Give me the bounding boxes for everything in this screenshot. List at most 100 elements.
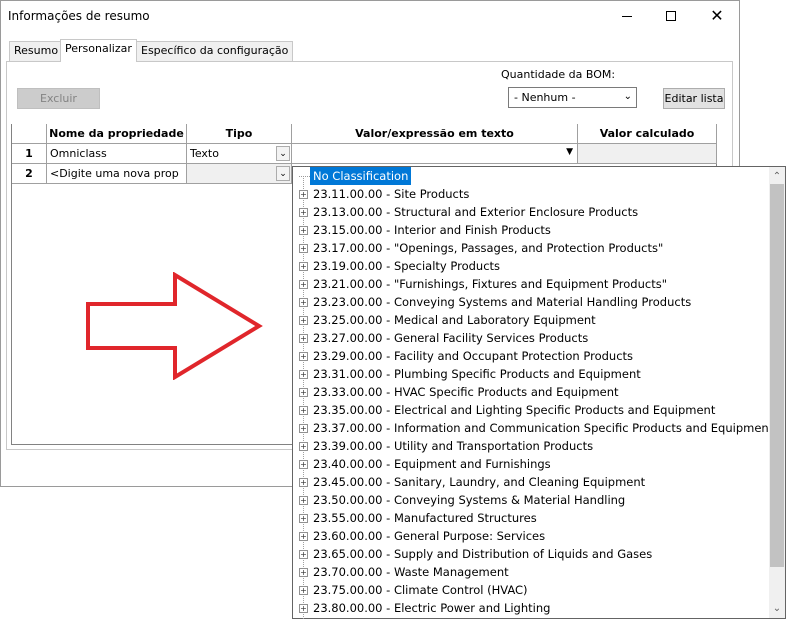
expand-icon[interactable]: + (299, 567, 308, 577)
tree-item[interactable]: +23.27.00.00 - General Facility Services… (299, 329, 591, 347)
tree-item[interactable]: +23.80.00.00 - Electric Power and Lighti… (299, 599, 553, 617)
tree-item[interactable]: +23.33.00.00 - HVAC Specific Products an… (299, 383, 622, 401)
close-icon: ✕ (710, 6, 724, 25)
tree-connector (299, 175, 310, 186)
tree-item[interactable]: +23.21.00.00 - "Furnishings, Fixtures an… (299, 275, 670, 293)
expand-icon[interactable]: + (299, 549, 308, 559)
expand-icon[interactable]: + (299, 297, 308, 307)
expand-icon[interactable]: + (299, 495, 308, 505)
column-header-value: Valor/expressão em texto (292, 124, 578, 144)
minimize-button[interactable] (604, 0, 650, 32)
expand-icon[interactable]: + (299, 351, 308, 361)
property-type-value: Texto (190, 147, 219, 160)
tab-label: Resumo (14, 44, 59, 57)
expand-icon[interactable]: + (299, 261, 308, 271)
window-title: Informações de resumo (8, 9, 150, 23)
tree-item[interactable]: +23.29.00.00 - Facility and Occupant Pro… (299, 347, 636, 365)
new-property-type-cell[interactable]: ⌄ (187, 164, 292, 184)
tree-item-label: 23.11.00.00 - Site Products (313, 187, 470, 201)
bom-quantity-label: Quantidade da BOM: (501, 68, 616, 81)
delete-button[interactable]: Excluir (17, 88, 100, 109)
tree-item[interactable]: +23.23.00.00 - Conveying Systems and Mat… (299, 293, 694, 311)
tree-item[interactable]: +23.65.00.00 - Supply and Distribution o… (299, 545, 655, 563)
new-property-name-cell[interactable]: <Digite uma nova prop (47, 164, 187, 184)
tree-item[interactable]: +23.31.00.00 - Plumbing Specific Product… (299, 365, 644, 383)
tab-resumo[interactable]: Resumo (9, 41, 64, 61)
edit-list-button[interactable]: Editar lista (663, 88, 725, 109)
tree-item[interactable]: +23.39.00.00 - Utility and Transportatio… (299, 437, 596, 455)
bom-quantity-select[interactable]: - Nenhum - ⌄ (508, 87, 637, 108)
close-button[interactable]: ✕ (694, 0, 740, 32)
grid-corner-header (12, 124, 47, 144)
tree-item[interactable]: +23.13.00.00 - Structural and Exterior E… (299, 203, 641, 221)
chevron-down-icon[interactable]: ⌄ (276, 166, 290, 181)
row-number[interactable]: 1 (12, 144, 47, 164)
property-value-cell[interactable]: ▼ (292, 144, 578, 164)
tree-item-label: 23.23.00.00 - Conveying Systems and Mate… (313, 295, 692, 309)
tab-label: Específico da configuração (141, 44, 289, 57)
expand-icon[interactable]: + (299, 459, 308, 469)
maximize-button[interactable] (648, 0, 694, 32)
tree-item[interactable]: +23.25.00.00 - Medical and Laboratory Eq… (299, 311, 599, 329)
tree-item-no-classification[interactable]: No Classification (299, 167, 412, 186)
property-name-cell[interactable]: Omniclass (47, 144, 187, 164)
maximize-icon (666, 11, 676, 21)
tree-item-label: 23.35.00.00 - Electrical and Lighting Sp… (313, 403, 716, 417)
scroll-down-icon[interactable]: ⌄ (769, 600, 785, 617)
tree-item[interactable]: +23.75.00.00 - Climate Control (HVAC) (299, 581, 531, 599)
computed-value-cell (578, 144, 717, 164)
expand-icon[interactable]: + (299, 585, 308, 595)
tab-label: Personalizar (65, 42, 132, 55)
expand-icon[interactable]: + (299, 441, 308, 451)
chevron-down-icon[interactable]: ⌄ (276, 146, 290, 161)
tree-item[interactable]: +23.60.00.00 - General Purpose: Services (299, 527, 548, 545)
tree-item-label: 23.37.00.00 - Information and Communicat… (313, 421, 774, 435)
expand-icon[interactable]: + (299, 243, 308, 253)
tree-item-label: 23.25.00.00 - Medical and Laboratory Equ… (313, 313, 596, 327)
tree-item[interactable]: +23.37.00.00 - Information and Communica… (299, 419, 776, 437)
expand-icon[interactable]: + (299, 279, 308, 289)
chevron-down-icon: ⌄ (623, 91, 632, 102)
tree-item[interactable]: +23.15.00.00 - Interior and Finish Produ… (299, 221, 554, 239)
tree-item[interactable]: +23.11.00.00 - Site Products (299, 185, 472, 203)
tree-item[interactable]: +23.40.00.00 - Equipment and Furnishings (299, 455, 554, 473)
tree-item-label: 23.27.00.00 - General Facility Services … (313, 331, 589, 345)
expand-icon[interactable]: + (299, 315, 308, 325)
expand-icon[interactable]: + (299, 405, 308, 415)
expand-icon[interactable]: + (299, 225, 308, 235)
expand-icon[interactable]: + (299, 423, 308, 433)
tree-item[interactable]: +23.19.00.00 - Specialty Products (299, 257, 503, 275)
tree-item[interactable]: +23.35.00.00 - Electrical and Lighting S… (299, 401, 718, 419)
tab-especifico-configuracao[interactable]: Específico da configuração (136, 41, 294, 61)
expand-icon[interactable]: + (299, 603, 308, 613)
expand-icon[interactable]: + (299, 387, 308, 397)
tree-item-label: 23.45.00.00 - Sanitary, Laundry, and Cle… (313, 475, 646, 489)
tree-item-label: No Classification (310, 167, 412, 185)
scroll-up-icon[interactable]: ⌃ (769, 168, 785, 185)
tree-item[interactable]: +23.70.00.00 - Waste Management (299, 563, 512, 581)
tree-item-label: 23.55.00.00 - Manufactured Structures (313, 511, 537, 525)
dropdown-arrow-icon[interactable]: ▼ (566, 147, 573, 157)
tree-item-label: 23.40.00.00 - Equipment and Furnishings (313, 457, 551, 471)
tree-item[interactable]: +23.55.00.00 - Manufactured Structures (299, 509, 540, 527)
expand-icon[interactable]: + (299, 369, 308, 379)
column-header-type: Tipo (187, 124, 292, 144)
tree-item[interactable]: +23.45.00.00 - Sanitary, Laundry, and Cl… (299, 473, 648, 491)
row-number[interactable]: 2 (12, 164, 47, 184)
expand-icon[interactable]: + (299, 207, 308, 217)
tree-item-label: 23.19.00.00 - Specialty Products (313, 259, 501, 273)
tree-item[interactable]: +23.50.00.00 - Conveying Systems & Mater… (299, 491, 628, 509)
expand-icon[interactable]: + (299, 531, 308, 541)
expand-icon[interactable]: + (299, 189, 308, 199)
tree-item[interactable]: +23.17.00.00 - "Openings, Passages, and … (299, 239, 666, 257)
tree-item-label: 23.33.00.00 - HVAC Specific Products and… (313, 385, 619, 399)
expand-icon[interactable]: + (299, 333, 308, 343)
expand-icon[interactable]: + (299, 513, 308, 523)
tab-personalizar[interactable]: Personalizar (60, 39, 137, 62)
scrollbar-thumb[interactable] (770, 184, 784, 567)
minimize-icon (622, 15, 632, 17)
property-type-cell[interactable]: Texto ⌄ (187, 144, 292, 164)
tree-item-label: 23.50.00.00 - Conveying Systems & Materi… (313, 493, 626, 507)
expand-icon[interactable]: + (299, 477, 308, 487)
tree-item-label: 23.21.00.00 - "Furnishings, Fixtures and… (313, 277, 667, 291)
